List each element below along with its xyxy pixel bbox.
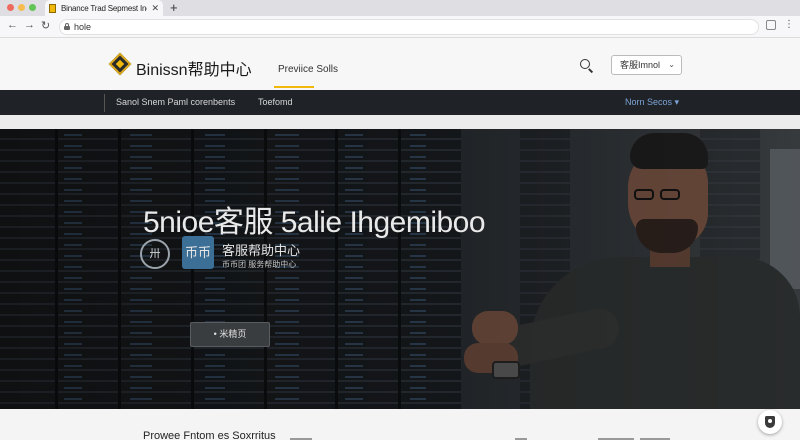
search-icon[interactable] <box>580 59 594 73</box>
category-navbar: Sanol Snem Paml corenbents Toefomd Norn … <box>0 90 800 115</box>
brand-title[interactable]: Binissn帮助中心 <box>136 56 252 80</box>
hero-caption: 币币团 服务帮助中心 <box>222 260 297 269</box>
browser-toolbar: ← → ↻ hole ⋮ <box>0 16 800 38</box>
active-link-underline <box>274 86 314 88</box>
section-title: Prowee Fntom es Soxrritus <box>143 430 276 440</box>
nav-more-dropdown[interactable]: Norn Secos ▾ <box>625 97 679 108</box>
tab-title: Binance Trad Sepmest Inel <box>61 3 148 13</box>
browser-tab[interactable]: Binance Trad Sepmest Inel ✕ <box>45 0 163 16</box>
hero-logo-icon: 币币 <box>182 236 214 269</box>
header-nav-link[interactable]: Previice Solls <box>278 64 338 75</box>
new-tab-button[interactable]: + <box>170 0 178 16</box>
header-spacer <box>0 115 800 129</box>
site-header: Binissn帮助中心 Previice Solls 客服Imnol ⌄ <box>0 38 800 90</box>
support-badge-icon: 卅 <box>140 239 170 269</box>
lock-icon <box>64 23 70 30</box>
browser-tab-strip: Binance Trad Sepmest Inel ✕ + <box>0 0 800 16</box>
hero-banner: 5nioe客服 5alie Ihgemiboo 卅 币币 客服帮助中心 币币团 … <box>0 129 800 409</box>
address-bar[interactable]: hole <box>59 19 759 35</box>
binance-logo-icon[interactable] <box>108 52 132 76</box>
support-chat-button[interactable] <box>758 410 782 434</box>
browser-menu-icon[interactable]: ⋮ <box>784 20 794 30</box>
chevron-down-icon: ⌄ <box>668 60 675 69</box>
forward-arrow-icon[interactable]: → <box>24 19 35 31</box>
back-arrow-icon[interactable]: ← <box>7 19 18 31</box>
maximize-window-icon[interactable] <box>29 4 36 11</box>
content-section: Prowee Fntom es Soxrritus <box>0 409 800 440</box>
hero-subtitle: 客服帮助中心 <box>222 243 301 258</box>
tab-close-icon[interactable]: ✕ <box>151 3 159 14</box>
hero-title: 5nioe客服 5alie Ihgemiboo <box>143 206 486 239</box>
binance-favicon-icon <box>49 3 56 13</box>
hero-overlay <box>0 129 800 409</box>
language-select[interactable]: 客服Imnol ⌄ <box>611 55 682 75</box>
address-text: hole <box>74 22 92 32</box>
language-select-value: 客服Imnol <box>620 60 661 70</box>
nav-item-categories[interactable]: Sanol Snem Paml corenbents <box>116 97 235 107</box>
minimize-window-icon[interactable] <box>18 4 25 11</box>
nav-divider <box>104 94 105 112</box>
close-window-icon[interactable] <box>7 4 14 11</box>
hero-cta-button[interactable]: • 米精页 <box>190 322 270 347</box>
reload-icon[interactable]: ↻ <box>41 19 50 32</box>
extension-icon[interactable] <box>766 20 776 30</box>
nav-item-topics[interactable]: Toefomd <box>258 97 293 107</box>
